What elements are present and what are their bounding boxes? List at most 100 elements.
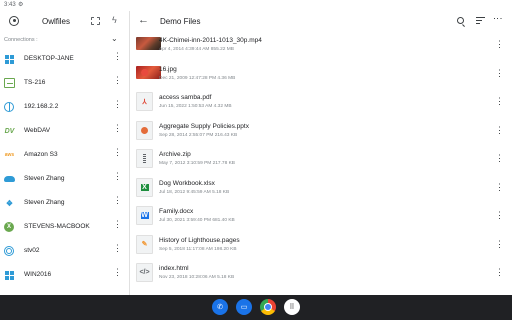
file-row[interactable]: X Dog Workbook.xlsx Jul 18, 2012 9:45:59… [131,176,512,205]
nas-server-icon [4,78,15,88]
file-row[interactable]: 16.jpg Dec 21, 2009 12:47:28 PM 4.36 MB … [131,62,512,91]
webdav-icon: DV [4,127,15,135]
connections-label: Connections : [4,37,38,43]
onedrive-cloud-icon [4,176,15,182]
file-list: 4K-Chimei-inn-2011-1013_30p.mp4 Apr 4, 2… [131,33,512,290]
file-row[interactable]: Aggregate Supply Policies.pptx Sep 28, 2… [131,119,512,148]
file-meta: Sep 28, 2014 2:55:07 PM 216.43 KB [159,132,238,138]
more-options-icon[interactable]: ⋮ [113,76,122,85]
lightning-icon[interactable]: ϟ [112,15,117,25]
more-options-icon[interactable]: ⋮ [113,148,122,157]
x-circle-icon: X [4,222,14,232]
more-options-icon[interactable]: ⋮ [495,210,504,221]
connection-item[interactable]: WIN2016 ⋮ [0,263,129,287]
connection-label: Amazon S3 [24,151,58,158]
connection-label: 192.168.2.2 [24,103,59,110]
powerpoint-file-icon [136,120,153,140]
more-options-icon[interactable]: ⋮ [113,52,122,61]
more-options-icon[interactable]: ⋮ [113,100,122,109]
more-options-icon[interactable]: ⋮ [113,124,122,133]
windows-icon [5,271,14,280]
image-thumbnail [136,65,161,79]
file-meta: Apr 4, 2014 4:39:44 AM 855.22 MB [159,47,234,52]
more-options-icon[interactable]: ⋮ [495,125,504,136]
select-icon[interactable] [91,17,100,25]
more-options-icon[interactable]: ⋮ [495,153,504,164]
connection-label: WIN2016 [24,271,52,278]
file-name: Family.docx [159,208,194,215]
connection-label: STEVENS-MACBOOK [24,223,90,230]
file-name: 16.jpg [159,65,177,73]
connection-label: DESKTOP-JANE [24,55,74,62]
video-thumbnail [136,37,161,50]
aws-icon: aws [4,152,15,158]
file-row[interactable]: ✎ History of Lighthouse.pages Sep 5, 201… [131,233,512,262]
dropbox-icon: ❖ [5,198,14,208]
more-options-icon[interactable]: ⋮ [493,14,503,23]
file-name: Archive.zip [159,151,191,158]
chevron-down-icon[interactable]: ⌄ [111,34,118,43]
back-arrow-icon[interactable]: ← [138,14,149,26]
file-browser-panel: ← Demo Files ⋮ 4K-Chimei-inn-2011-1013_3… [131,11,512,295]
more-options-icon[interactable]: ⋮ [113,268,122,277]
connection-item[interactable]: DESKTOP-JANE ⋮ [0,47,129,71]
more-options-icon[interactable]: ⋮ [495,182,504,193]
file-row[interactable]: </> index.html Nov 23, 2018 10:28:06 AM … [131,261,512,290]
sort-icon[interactable] [476,17,485,25]
connection-item[interactable]: X STEVENS-MACBOOK ⋮ [0,215,129,239]
file-browser-header: ← Demo Files ⋮ [131,11,512,33]
globe-icon [4,102,14,112]
folder-title: Demo Files [160,17,201,26]
taskbar-dock: ✆ ▭ ⠿ [0,295,512,320]
file-meta: Nov 23, 2018 10:28:06 AM 5.18 KB [159,275,235,280]
more-options-icon[interactable]: ⋮ [113,244,122,253]
more-options-icon[interactable]: ⋮ [113,172,122,181]
connection-item[interactable]: DV WebDAV ⋮ [0,119,129,143]
file-name: Aggregate Supply Policies.pptx [159,122,249,130]
status-bar: 3:43 ⚙ [0,0,512,286]
connection-item[interactable]: stv02 ⋮ [0,239,129,263]
more-options-icon[interactable]: ⋮ [495,68,504,79]
search-icon[interactable] [457,17,464,24]
connection-item[interactable]: TS-216 ⋮ [0,71,129,95]
status-time: 3:43 [4,2,16,8]
file-meta: Jul 30, 2021 3:59:40 PM 681.40 KB [159,218,235,223]
messages-icon[interactable]: ▭ [236,299,252,315]
settings-status-icon: ⚙ [18,2,24,8]
connection-label: stv02 [24,247,40,254]
file-name: 4K-Chimei-inn-2011-1013_30p.mp4 [159,37,262,44]
more-options-icon[interactable]: ⋮ [113,196,122,205]
file-meta: Jul 18, 2012 9:45:59 AM 5.18 KB [159,189,230,195]
windows-icon [5,55,14,64]
owl-account-icon[interactable] [9,16,19,26]
connections-list: DESKTOP-JANE ⋮ TS-216 ⋮ 192.168.2.2 ⋮ DV… [0,47,129,287]
more-options-icon[interactable]: ⋮ [495,96,504,107]
file-row[interactable]: ⅄ access samba.pdf Jun 15, 2022 1:50:53 … [131,90,512,119]
ring-icon [4,246,14,256]
more-options-icon[interactable]: ⋮ [495,267,504,278]
pdf-file-icon: ⅄ [136,92,153,111]
file-name: index.html [159,265,189,272]
file-row[interactable]: Archive.zip May 7, 2012 3:10:59 PM 217.7… [131,147,512,176]
more-options-icon[interactable]: ⋮ [495,39,504,50]
chrome-icon[interactable] [260,299,276,315]
connection-item[interactable]: Steven Zhang ⋮ [0,167,129,191]
connections-header[interactable]: Connections : ⌄ [0,33,129,47]
file-row[interactable]: W Family.docx Jul 30, 2021 3:59:40 PM 68… [131,204,512,233]
file-meta: Dec 21, 2009 12:47:28 PM 4.36 MB [159,75,236,81]
connection-item[interactable]: ❖ Steven Zhang ⋮ [0,191,129,215]
zip-file-icon [136,149,153,168]
word-file-icon: W [136,206,153,225]
phone-icon[interactable]: ✆ [212,299,228,315]
more-options-icon[interactable]: ⋮ [113,220,122,229]
connection-item[interactable]: 192.168.2.2 ⋮ [0,95,129,119]
connection-label: Steven Zhang [24,199,65,206]
more-options-icon[interactable]: ⋮ [495,239,504,250]
connection-item[interactable]: aws Amazon S3 ⋮ [0,143,129,167]
connection-label: WebDAV [24,127,51,134]
app-drawer-icon[interactable]: ⠿ [284,299,300,315]
file-name: Dog Workbook.xlsx [159,179,215,187]
sidebar-header: Owlfiles ϟ [0,11,129,33]
file-row[interactable]: 4K-Chimei-inn-2011-1013_30p.mp4 Apr 4, 2… [131,33,512,62]
file-meta: Jun 15, 2022 1:50:53 AM 4.32 MB [159,104,232,109]
